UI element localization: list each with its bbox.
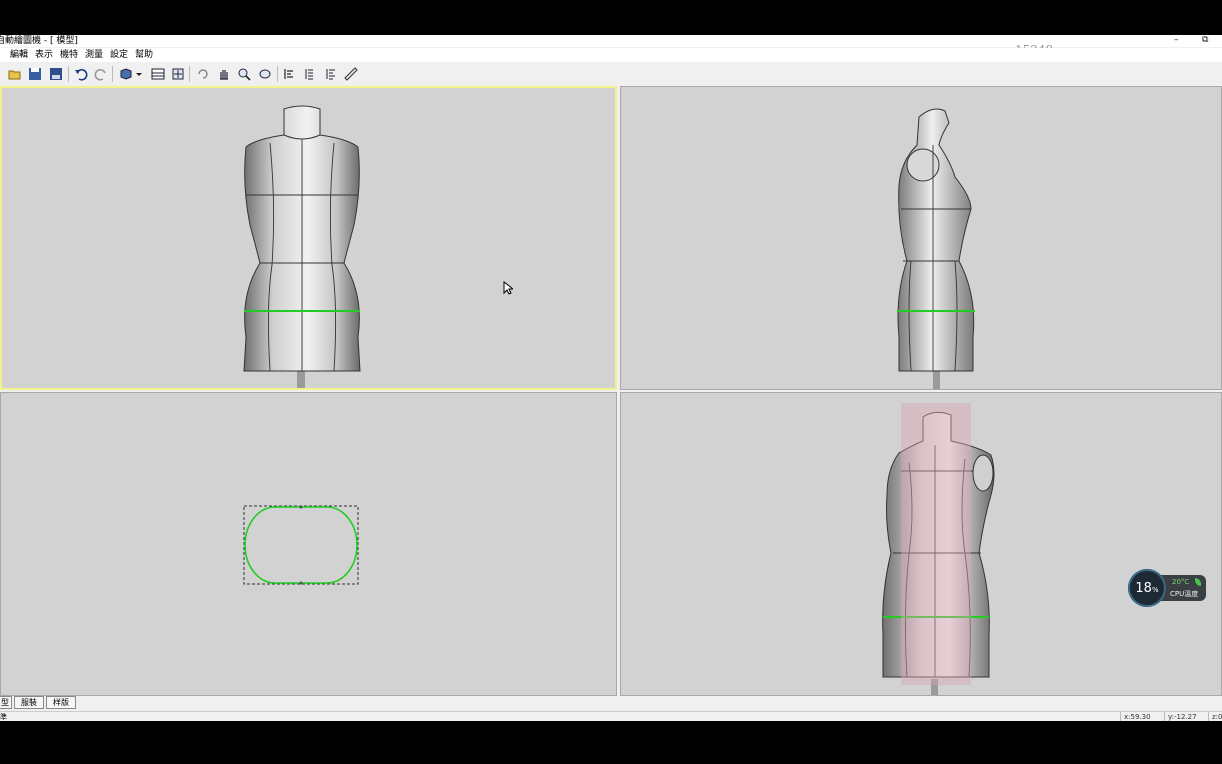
front-viewport[interactable] <box>0 86 617 390</box>
restore-button[interactable]: ⧉ <box>1202 35 1208 45</box>
open-icon[interactable] <box>7 66 23 82</box>
viewport-area <box>0 86 1222 696</box>
perspective-viewport[interactable] <box>620 392 1222 696</box>
pan-icon[interactable] <box>216 66 232 82</box>
toolbar <box>0 62 1222 87</box>
tab-pattern[interactable]: 样版 <box>46 696 76 709</box>
menu-settings[interactable]: 設定 <box>110 49 128 61</box>
align-center-icon[interactable] <box>302 66 318 82</box>
dropdown-icon[interactable] <box>134 66 144 82</box>
section-viewport[interactable] <box>0 392 617 696</box>
bottom-tabs: 型 服裝 样版 <box>0 696 1222 710</box>
window-title: 自動繪圖機 - [ 模型] <box>0 36 78 46</box>
menu-help[interactable]: 幫助 <box>135 49 153 61</box>
save-icon[interactable] <box>27 66 43 82</box>
mouse-cursor-icon <box>503 281 513 295</box>
cpu-temperature: 20°C <box>1172 578 1190 586</box>
align-left-icon[interactable] <box>281 66 297 82</box>
undo-icon[interactable] <box>73 66 89 82</box>
side-viewport[interactable] <box>620 86 1222 390</box>
grid-icon[interactable] <box>150 66 166 82</box>
mannequin-side <box>897 108 975 389</box>
status-y: y:-12.27 <box>1164 712 1197 721</box>
status-text: 準 <box>0 713 7 721</box>
cube-view-icon[interactable] <box>118 66 134 82</box>
status-bar: 準 x:59.30 y:-12.27 z:0 <box>0 711 1222 721</box>
menu-edge: : <box>0 49 1 61</box>
title-bar: 自動繪圖機 - [ 模型] 15248 – ⧉ <box>0 35 1222 57</box>
align-list-icon[interactable] <box>322 66 338 82</box>
section-outline <box>243 505 359 585</box>
menu-measure[interactable]: 測量 <box>85 49 103 61</box>
selection-overlay <box>901 403 971 685</box>
save-as-icon[interactable] <box>48 66 64 82</box>
fit-icon[interactable] <box>170 66 186 82</box>
leaf-icon <box>1195 578 1201 586</box>
menu-view[interactable]: 表示 <box>35 49 53 61</box>
tab-model[interactable]: 型 <box>0 696 12 709</box>
mannequin-front <box>243 105 361 388</box>
cpu-percent-unit: % <box>1151 586 1159 594</box>
menu-edit[interactable]: 編輯 <box>10 49 28 61</box>
status-z: z:0 <box>1208 712 1222 721</box>
cpu-label: CPU溫度 <box>1170 590 1199 598</box>
cpu-widget[interactable]: 20°C CPU溫度 18% <box>1128 569 1206 607</box>
redo-icon[interactable] <box>93 66 109 82</box>
application-window: 自動繪圖機 - [ 模型] 15248 – ⧉ : 編輯 表示 機特 測量 設定… <box>0 35 1222 721</box>
cpu-percent: 18 <box>1135 580 1152 596</box>
zoom-icon[interactable] <box>236 66 252 82</box>
mannequin-perspective <box>882 403 995 695</box>
minimize-button[interactable]: – <box>1174 35 1179 45</box>
view-reset-icon[interactable] <box>257 66 273 82</box>
ruler-icon[interactable] <box>343 66 359 82</box>
menu-bar: : 編輯 表示 機特 測量 設定 幫助 <box>0 48 1222 62</box>
cpu-usage-ring: 18% <box>1128 569 1166 607</box>
tab-garment[interactable]: 服裝 <box>14 696 44 709</box>
rotate-icon[interactable] <box>195 66 211 82</box>
menu-model[interactable]: 機特 <box>60 49 78 61</box>
status-x: x:59.30 <box>1120 712 1151 721</box>
